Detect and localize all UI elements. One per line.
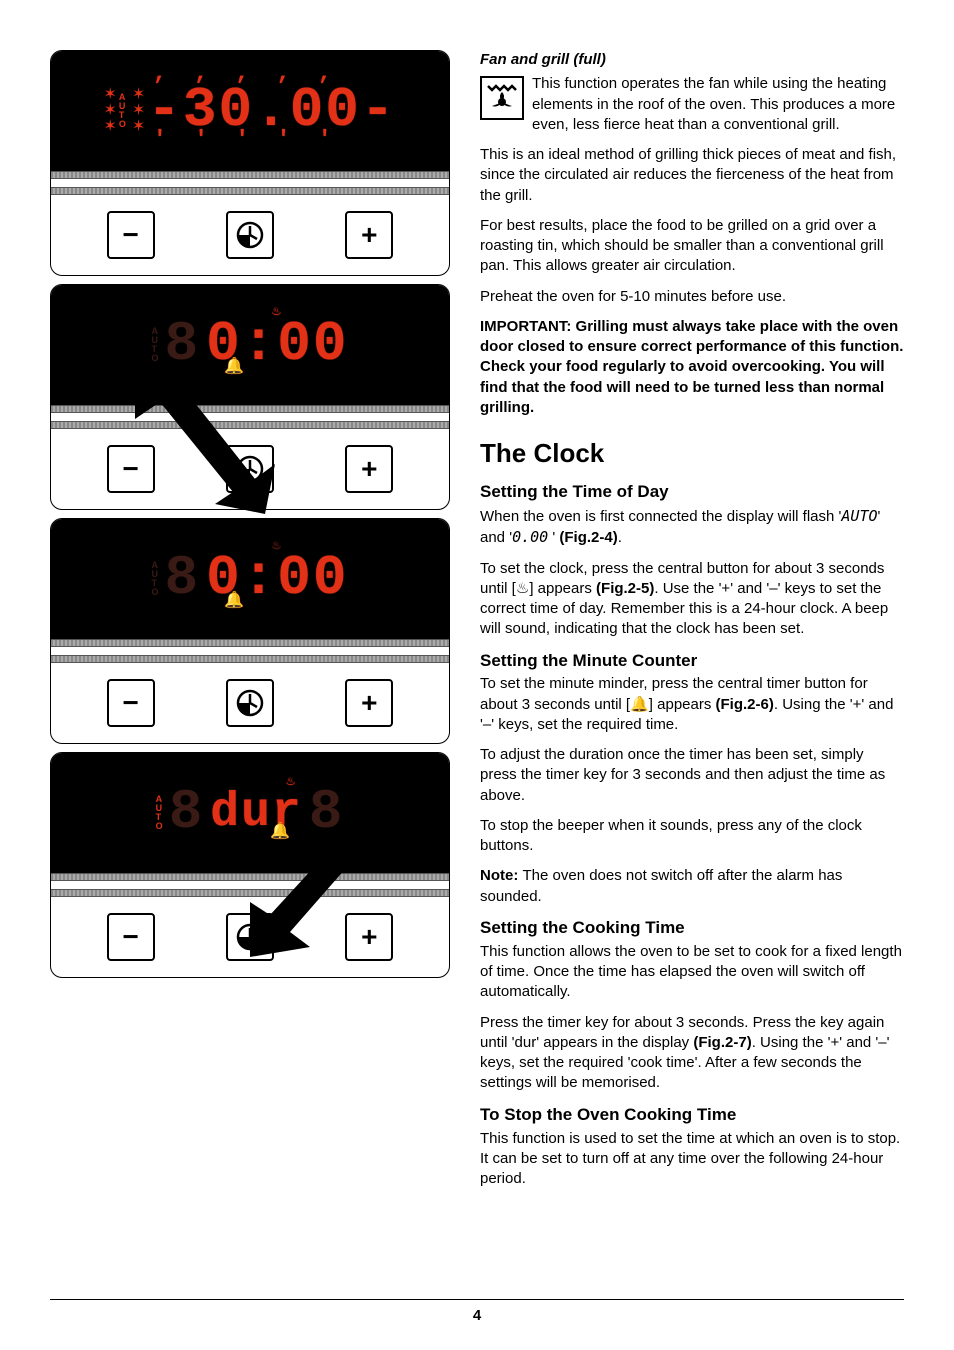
paragraph: This function operates the fan while usi… [480, 74, 904, 135]
paragraph: When the oven is first connected the dis… [480, 506, 904, 549]
figure-2-5: Fig.2-5 A U T O 8 ♨ 0:00 🔔 [50, 284, 450, 510]
display-digit-faded: 8 [164, 307, 200, 383]
clock-icon [235, 454, 265, 484]
heading-cooking-time: Setting the Cooking Time [480, 917, 904, 940]
page-number: 4 [50, 1299, 904, 1326]
body-text: This function operates the fan while usi… [532, 75, 895, 133]
minus-button[interactable]: − [107, 211, 155, 259]
timer-button[interactable] [226, 445, 274, 493]
clock-display: A U T O 8 ♨ 0:00 🔔 [51, 285, 449, 405]
body-text: ' [548, 529, 559, 546]
cooking-pot-icon: ♨ [272, 305, 282, 319]
paragraph: This function is used to set the time at… [480, 1129, 904, 1190]
minus-button[interactable]: − [107, 445, 155, 493]
bell-icon-faded: 🔔 [270, 822, 292, 844]
display-digit-faded: 8 [169, 775, 205, 851]
paragraph: For best results, place the food to be g… [480, 216, 904, 277]
figure-2-4: Fig.2-4 ✶✶✶ A U T O ✶✶✶ ,,,,, -30.00- ''… [50, 50, 450, 276]
heading-fan-grill: Fan and grill (full) [480, 50, 904, 70]
clock-display: ✶✶✶ A U T O ✶✶✶ ,,,,, -30.00- ''''' [51, 51, 449, 171]
cooking-pot-icon-faded: ♨ [272, 539, 282, 553]
display-digit-faded: 8 [309, 775, 345, 851]
paragraph: To stop the beeper when it sounds, press… [480, 816, 904, 857]
timer-button[interactable] [226, 679, 274, 727]
figure-ref: (Fig.2-5) [596, 580, 654, 597]
clock-icon [235, 922, 265, 952]
plus-button[interactable]: + [345, 211, 393, 259]
figure-2-7: Fig.2-7 A U T O 8 ♨ dur 🔔 8 [50, 752, 450, 978]
body-text: ] appears [529, 580, 596, 597]
paragraph: This function allows the oven to be set … [480, 942, 904, 1003]
paragraph: To set the minute minder, press the cent… [480, 674, 904, 735]
body-text: ] appears [649, 696, 716, 713]
auto-indicator: A U T O [119, 93, 126, 129]
paragraph: This is an ideal method of grilling thic… [480, 145, 904, 206]
figure-ref: (Fig.2-4) [559, 529, 617, 546]
clock-icon [235, 220, 265, 250]
important-note: IMPORTANT: Grilling must always take pla… [480, 317, 904, 418]
cooking-pot-icon: ♨ [516, 580, 529, 597]
note: Note: The oven does not switch off after… [480, 866, 904, 907]
inline-display-text: AUTO [841, 507, 877, 525]
bell-icon: 🔔 [224, 591, 246, 613]
figure-2-6: Fig.2-6 A U T O 8 ♨ 0:00 🔔 [50, 518, 450, 744]
paragraph: To adjust the duration once the timer ha… [480, 745, 904, 806]
figure-ref: (Fig.2-6) [716, 696, 774, 713]
auto-indicator-faded: A U T O [151, 561, 158, 597]
important-lead: IMPORTANT: [480, 318, 576, 335]
paragraph: Preheat the oven for 5-10 minutes before… [480, 287, 904, 307]
figure-ref: (Fig.2-7) [693, 1034, 751, 1051]
text-column: Fan and grill (full) This function opera… [480, 50, 904, 1199]
inline-display-text: 0.00 [512, 528, 548, 546]
paragraph: To set the clock, press the central butt… [480, 559, 904, 640]
clock-display: A U T O 8 ♨ 0:00 🔔 [51, 519, 449, 639]
display-digit-faded: 8 [164, 541, 200, 617]
heading-minute-counter: Setting the Minute Counter [480, 650, 904, 673]
minus-button[interactable]: − [107, 679, 155, 727]
heading-time-of-day: Setting the Time of Day [480, 481, 904, 504]
body-text: When the oven is first connected the dis… [480, 508, 841, 525]
clock-display: A U T O 8 ♨ dur 🔔 8 [51, 753, 449, 873]
timer-button[interactable] [226, 211, 274, 259]
bell-icon: 🔔 [630, 696, 649, 713]
heading-stop-oven: To Stop the Oven Cooking Time [480, 1104, 904, 1127]
plus-button[interactable]: + [345, 679, 393, 727]
auto-indicator-faded: A U T O [151, 327, 158, 363]
figures-column: Fig.2-4 ✶✶✶ A U T O ✶✶✶ ,,,,, -30.00- ''… [50, 50, 450, 1199]
note-body: The oven does not switch off after the a… [480, 867, 842, 904]
sun-icon: ✶✶✶ [103, 87, 112, 135]
heading-clock: The Clock [480, 436, 904, 471]
plus-button[interactable]: + [345, 445, 393, 493]
paragraph: Press the timer key for about 3 seconds.… [480, 1013, 904, 1094]
auto-indicator: A U T O [156, 795, 163, 831]
timer-button[interactable] [226, 913, 274, 961]
minus-button[interactable]: − [107, 913, 155, 961]
plus-button[interactable]: + [345, 913, 393, 961]
cooking-pot-icon: ♨ [286, 775, 296, 789]
sun-icon: ✶✶✶ [132, 87, 141, 135]
fan-grill-icon [480, 76, 524, 120]
body-text: . [618, 529, 622, 546]
note-lead: Note: [480, 867, 523, 884]
bell-icon-faded: 🔔 [224, 357, 246, 379]
clock-icon [235, 688, 265, 718]
